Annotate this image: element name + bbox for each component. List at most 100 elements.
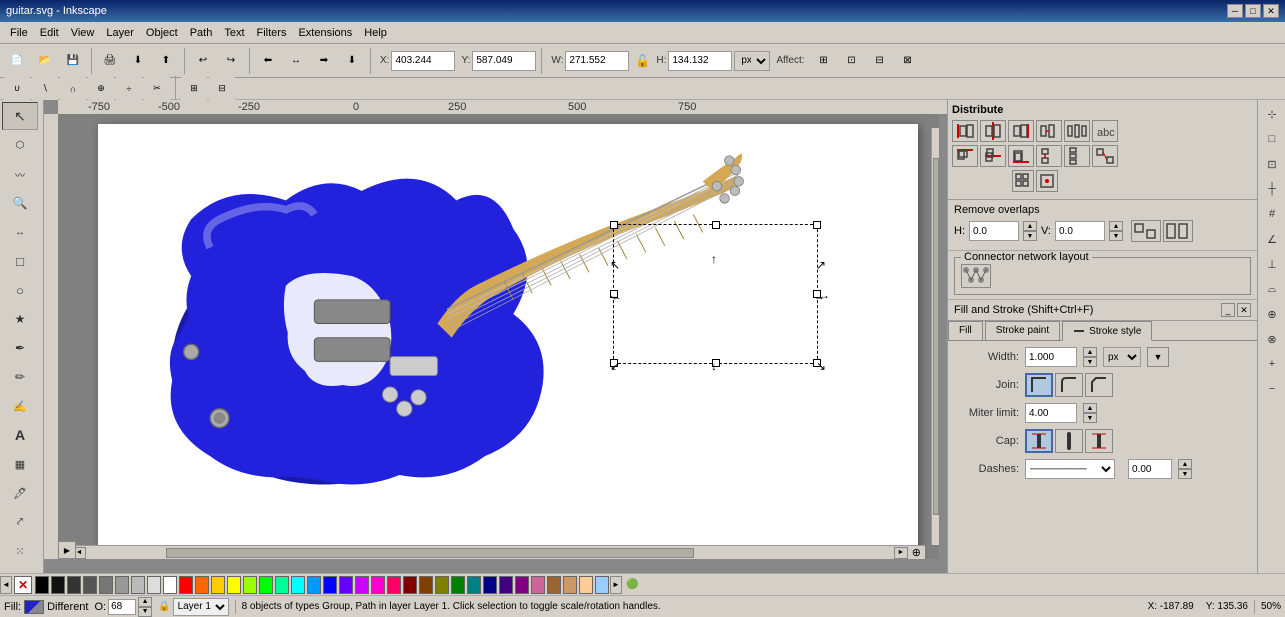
color-yellow-orange[interactable] <box>211 576 225 594</box>
color-tan[interactable] <box>547 576 561 594</box>
star-tool-btn[interactable]: ★ <box>2 305 38 333</box>
pen-tool-btn[interactable]: ✒ <box>2 334 38 362</box>
new-button[interactable]: 📄 <box>4 48 30 74</box>
dashes-up-btn[interactable]: ▲ <box>1178 459 1192 469</box>
snap-guide-btn[interactable]: ┼ <box>1260 177 1284 201</box>
opacity-down[interactable]: ▼ <box>138 607 152 617</box>
tab-stroke-style[interactable]: Stroke style <box>1062 321 1152 341</box>
overlap-h-input[interactable] <box>969 221 1019 241</box>
view-zoom-out-btn[interactable]: − <box>1260 377 1284 401</box>
minimize-button[interactable]: ─ <box>1227 4 1243 18</box>
path-diff-btn[interactable]: ∖ <box>32 76 58 102</box>
color-white[interactable] <box>163 576 177 594</box>
dist-equal-v-btn[interactable] <box>1064 145 1090 167</box>
color-yellow-green[interactable] <box>243 576 257 594</box>
dist-left-edges-btn[interactable] <box>952 120 978 142</box>
color-indigo[interactable] <box>499 576 513 594</box>
affect-other-btn[interactable]: ⊠ <box>895 48 921 74</box>
align-center-button[interactable]: ↔ <box>283 48 309 74</box>
miter-down-btn[interactable]: ▼ <box>1083 413 1097 423</box>
rect-tool-btn[interactable]: □ <box>2 247 38 275</box>
menu-filters[interactable]: Filters <box>251 22 293 43</box>
color-violet[interactable] <box>339 576 353 594</box>
dist-baseline-btn[interactable]: abc <box>1092 120 1118 142</box>
undo-button[interactable]: ↩ <box>190 48 216 74</box>
join-bevel-btn[interactable] <box>1085 373 1113 397</box>
y-input[interactable] <box>472 51 536 71</box>
color-cyan[interactable] <box>291 576 305 594</box>
remove-overlap-apply-btn[interactable] <box>1131 220 1161 242</box>
path-break-btn[interactable]: ⊟ <box>209 76 235 102</box>
v-scroll-thumb[interactable] <box>933 158 939 515</box>
redo-button[interactable]: ↪ <box>218 48 244 74</box>
menu-path[interactable]: Path <box>184 22 219 43</box>
text-tool-btn[interactable]: A <box>2 421 38 449</box>
dist-centers-v-btn[interactable] <box>980 145 1006 167</box>
color-magenta[interactable] <box>371 576 385 594</box>
color-rose[interactable] <box>387 576 401 594</box>
dropper-tool-btn[interactable]: 🖊 <box>2 479 38 507</box>
opacity-input[interactable] <box>108 599 136 615</box>
dashes-select[interactable]: ──────── – – – – · · · · <box>1025 459 1115 479</box>
dist-gaps-v-btn[interactable] <box>1036 145 1062 167</box>
expand-tools-btn[interactable]: ▶ <box>58 541 76 559</box>
color-spring[interactable] <box>275 576 289 594</box>
h-input[interactable] <box>668 51 732 71</box>
dashes-down-btn[interactable]: ▼ <box>1178 469 1192 479</box>
w-input[interactable] <box>565 51 629 71</box>
path-combine-btn[interactable]: ⊞ <box>181 76 207 102</box>
x-input[interactable] <box>391 51 455 71</box>
path-divide-btn[interactable]: ÷ <box>116 76 142 102</box>
opacity-up[interactable]: ▲ <box>138 597 152 607</box>
menu-edit[interactable]: Edit <box>34 22 65 43</box>
color-peach[interactable] <box>579 576 593 594</box>
h-scroll-thumb[interactable] <box>166 548 694 558</box>
print-button[interactable]: 🖨 <box>97 48 123 74</box>
calligraphy-tool-btn[interactable]: ✍ <box>2 392 38 420</box>
dist-right-edges-btn[interactable] <box>1008 120 1034 142</box>
menu-object[interactable]: Object <box>140 22 184 43</box>
measure-tool-btn[interactable]: ↔ <box>2 218 38 246</box>
snap-bbox-btn[interactable]: □ <box>1260 127 1284 151</box>
color-purple2[interactable] <box>515 576 529 594</box>
align-bottom-button[interactable]: ⬇ <box>339 48 365 74</box>
export-button[interactable]: ⬆ <box>153 48 179 74</box>
color-light-blue[interactable] <box>595 576 609 594</box>
align-left-button[interactable]: ⬅ <box>255 48 281 74</box>
color-maroon[interactable] <box>403 576 417 594</box>
snap-grid-btn[interactable]: # <box>1260 202 1284 226</box>
affect-skew-btn[interactable]: ⊟ <box>867 48 893 74</box>
color-dark2[interactable] <box>67 576 81 594</box>
drawing-canvas[interactable]: ← → ↖ ↑ ↗ ← → ↙ ↓ ↘ <box>98 124 918 559</box>
color-purple[interactable] <box>355 576 369 594</box>
exchange-positions-btn[interactable] <box>1092 145 1118 167</box>
snap-icon[interactable]: ⊕ <box>908 546 925 559</box>
canvas-inner[interactable]: ← → ↖ ↑ ↗ ← → ↙ ↓ ↘ ◄ <box>58 114 939 559</box>
node-tool-btn[interactable]: ⬡ <box>2 131 38 159</box>
dist-bottom-edges-btn[interactable] <box>1008 145 1034 167</box>
fill-color-box[interactable] <box>24 600 44 614</box>
color-red[interactable] <box>179 576 193 594</box>
snap-tang-btn[interactable]: ⌓ <box>1260 277 1284 301</box>
path-cut-btn[interactable]: ✂ <box>144 76 170 102</box>
fs-close-btn[interactable]: ✕ <box>1237 303 1251 317</box>
menu-view[interactable]: View <box>65 22 101 43</box>
tab-fill[interactable]: Fill <box>948 321 983 340</box>
overlap-v-down[interactable]: ▼ <box>1109 231 1123 241</box>
palette-scroll-right-btn[interactable]: ► <box>610 576 622 594</box>
canvas-area[interactable]: -750 -500 -250 0 250 500 750 <box>44 100 947 573</box>
spray-tool-btn[interactable]: ⁙ <box>2 537 38 565</box>
cap-butt-btn[interactable] <box>1025 429 1053 453</box>
gradient-tool-btn[interactable]: ▦ <box>2 450 38 478</box>
menu-extensions[interactable]: Extensions <box>292 22 358 43</box>
overlap-v-input[interactable] <box>1055 221 1105 241</box>
width-up-btn[interactable]: ▲ <box>1083 347 1097 357</box>
snap-angle-btn[interactable]: ∠ <box>1260 227 1284 251</box>
vertical-scrollbar[interactable] <box>931 128 939 545</box>
pencil-tool-btn[interactable]: ✏ <box>2 363 38 391</box>
select-tool-btn[interactable]: ↖ <box>2 102 38 130</box>
dist-equal-h-btn[interactable] <box>1064 120 1090 142</box>
circle-tool-btn[interactable]: ○ <box>2 276 38 304</box>
color-khaki[interactable] <box>563 576 577 594</box>
color-gray1[interactable] <box>83 576 97 594</box>
